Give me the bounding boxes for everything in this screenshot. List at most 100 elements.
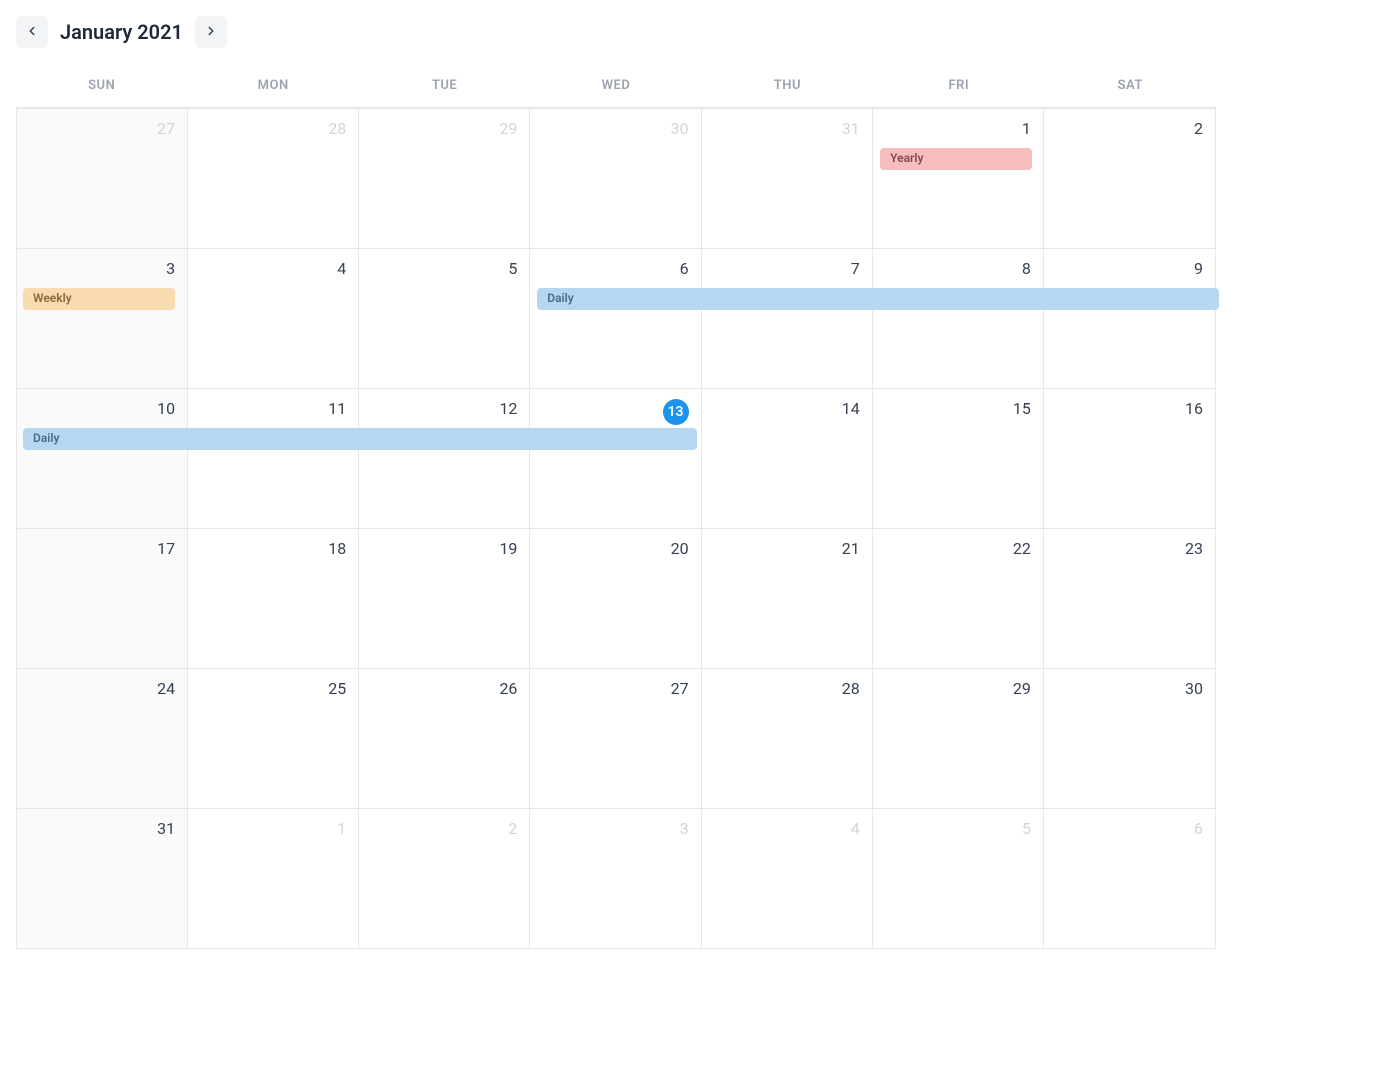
dow-thu: THU [702, 64, 873, 107]
day-number: 23 [1056, 539, 1203, 558]
day-number: 25 [200, 679, 346, 698]
day-number: 18 [200, 539, 346, 558]
day-number: 12 [371, 399, 517, 418]
day-cell[interactable]: 9 [1044, 248, 1215, 388]
day-cell[interactable]: 30 [1044, 668, 1215, 808]
dow-tue: TUE [359, 64, 530, 107]
day-cell[interactable]: 28 [702, 668, 873, 808]
day-cell[interactable]: 15 [873, 388, 1044, 528]
day-cell[interactable]: 4 [702, 808, 873, 948]
day-cell[interactable]: 14 [702, 388, 873, 528]
day-cell[interactable]: 11 [188, 388, 359, 528]
chevron-right-icon [204, 24, 218, 41]
day-number: 3 [29, 259, 175, 278]
day-cell[interactable]: 31 [702, 108, 873, 248]
day-cell[interactable]: 31 [17, 808, 188, 948]
calendar-toolbar: January 2021 [16, 16, 1361, 48]
day-number: 26 [371, 679, 517, 698]
day-number: 3 [542, 819, 688, 838]
day-number: 29 [885, 679, 1031, 698]
day-number: 11 [200, 399, 346, 418]
day-cell[interactable]: 18 [188, 528, 359, 668]
day-cell[interactable]: 8 [873, 248, 1044, 388]
day-cell[interactable]: 24 [17, 668, 188, 808]
dow-fri: FRI [873, 64, 1044, 107]
day-number: 14 [714, 399, 860, 418]
day-number: 5 [371, 259, 517, 278]
day-number: 15 [885, 399, 1031, 418]
day-number: 19 [371, 539, 517, 558]
day-number: 9 [1056, 259, 1203, 278]
day-number: 1 [200, 819, 346, 838]
day-cell[interactable]: 19 [359, 528, 530, 668]
day-number: 31 [29, 819, 175, 838]
day-number: 27 [542, 679, 688, 698]
chevron-left-icon [25, 24, 39, 41]
day-cell[interactable]: 12 [359, 388, 530, 528]
day-cell[interactable]: 3 [17, 248, 188, 388]
day-cell[interactable]: 29 [873, 668, 1044, 808]
day-number: 27 [29, 119, 175, 138]
day-cell[interactable]: 2 [359, 808, 530, 948]
prev-month-button[interactable] [16, 16, 48, 48]
day-number: 2 [371, 819, 517, 838]
day-number: 5 [885, 819, 1031, 838]
day-cell[interactable]: 17 [17, 528, 188, 668]
event-bar[interactable]: Weekly [23, 288, 175, 310]
month-title: January 2021 [60, 20, 183, 44]
day-number: 28 [200, 119, 346, 138]
day-cell[interactable]: 1 [188, 808, 359, 948]
day-cell[interactable]: 22 [873, 528, 1044, 668]
day-cell[interactable]: 25 [188, 668, 359, 808]
day-of-week-header: SUN MON TUE WED THU FRI SAT [16, 64, 1216, 107]
day-cell[interactable]: 6 [1044, 808, 1215, 948]
dow-sun: SUN [16, 64, 187, 107]
day-number: 13 [542, 399, 688, 425]
day-number: 1 [885, 119, 1031, 138]
day-cell[interactable]: 30 [530, 108, 701, 248]
day-cell[interactable]: 2 [1044, 108, 1215, 248]
day-number: 24 [29, 679, 175, 698]
day-cell[interactable]: 29 [359, 108, 530, 248]
day-number: 2 [1056, 119, 1203, 138]
day-number: 20 [542, 539, 688, 558]
day-number: 4 [714, 819, 860, 838]
dow-sat: SAT [1045, 64, 1216, 107]
day-cell[interactable]: 6 [530, 248, 701, 388]
day-number: 6 [1056, 819, 1203, 838]
day-cell[interactable]: 3 [530, 808, 701, 948]
day-cell[interactable]: 10 [17, 388, 188, 528]
day-cell[interactable]: 16 [1044, 388, 1215, 528]
day-number: 22 [885, 539, 1031, 558]
day-cell[interactable]: 26 [359, 668, 530, 808]
day-number: 6 [542, 259, 688, 278]
event-bar[interactable]: Yearly [880, 148, 1032, 170]
day-cell[interactable]: 1 [873, 108, 1044, 248]
day-number: 10 [29, 399, 175, 418]
day-cell[interactable]: 27 [17, 108, 188, 248]
day-cell[interactable]: 20 [530, 528, 701, 668]
day-number: 29 [371, 119, 517, 138]
day-number: 17 [29, 539, 175, 558]
dow-wed: WED [530, 64, 701, 107]
calendar: 2728293031123456789101112131415161718192… [16, 107, 1216, 949]
event-bar[interactable]: Daily [23, 428, 697, 450]
event-bar[interactable]: Daily [537, 288, 1219, 310]
day-cell[interactable]: 13 [530, 388, 701, 528]
day-number: 30 [1056, 679, 1203, 698]
day-cell[interactable]: 23 [1044, 528, 1215, 668]
next-month-button[interactable] [195, 16, 227, 48]
day-cell[interactable]: 5 [873, 808, 1044, 948]
day-cell[interactable]: 4 [188, 248, 359, 388]
day-cell[interactable]: 7 [702, 248, 873, 388]
day-number: 7 [714, 259, 860, 278]
day-number: 28 [714, 679, 860, 698]
day-cell[interactable]: 5 [359, 248, 530, 388]
day-cell[interactable]: 27 [530, 668, 701, 808]
day-number: 31 [714, 119, 860, 138]
day-cell[interactable]: 21 [702, 528, 873, 668]
day-cell[interactable]: 28 [188, 108, 359, 248]
month-grid: 2728293031123456789101112131415161718192… [17, 108, 1215, 948]
dow-mon: MON [187, 64, 358, 107]
day-number: 8 [885, 259, 1031, 278]
